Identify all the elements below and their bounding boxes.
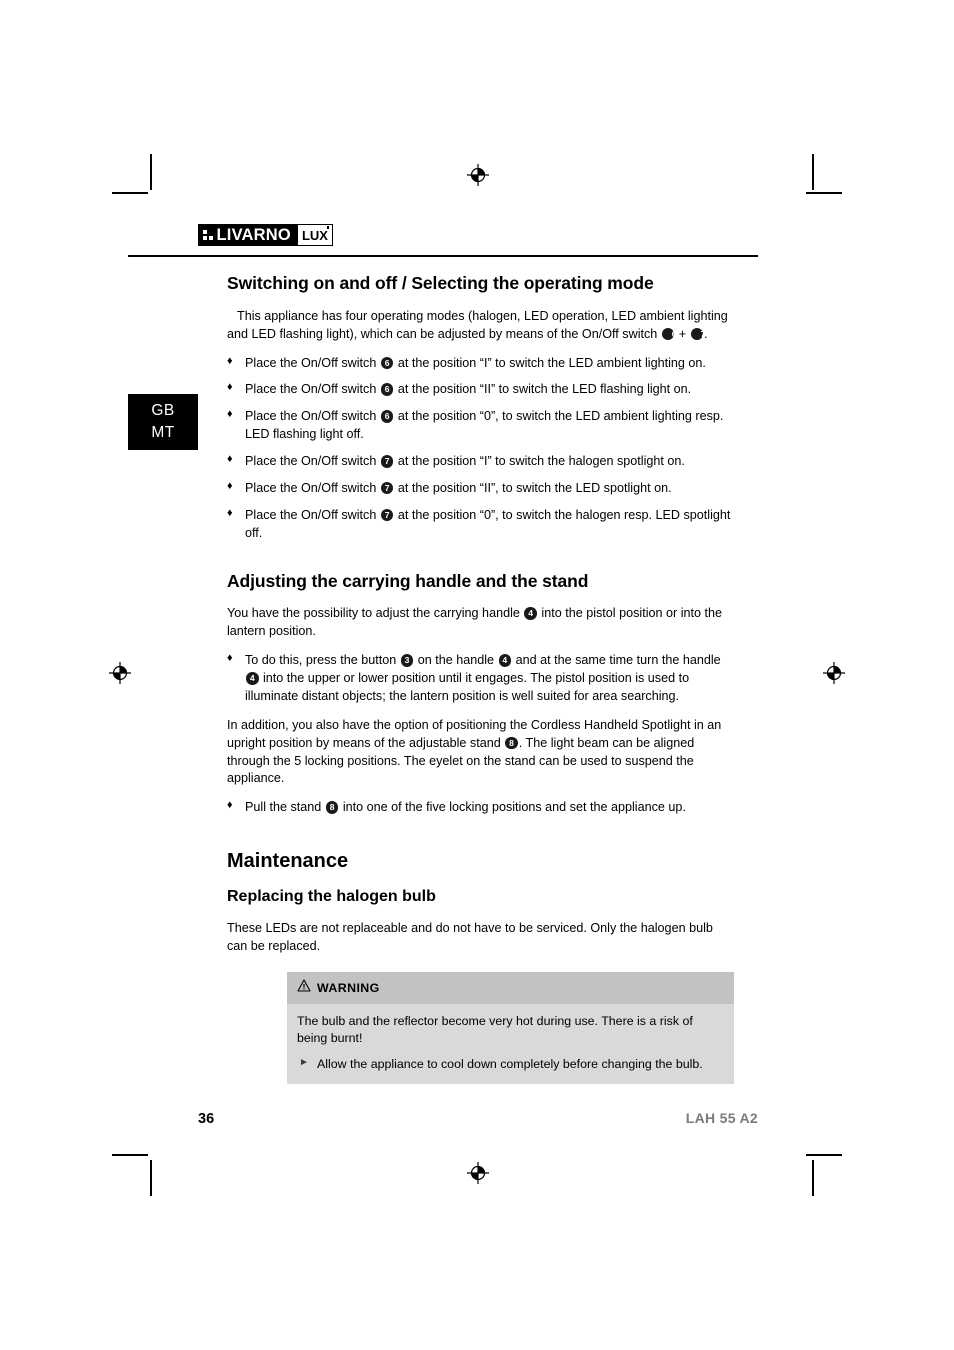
triangle-bullet-icon: ► [299,1056,309,1068]
crop-mark-top-left-v [150,154,152,190]
diamond-bullet-icon: ♦ [227,799,233,812]
switching-intro-plus: + [678,326,687,341]
ref-badge: 7 [380,455,394,468]
section-heading-switching: Switching on and off / Selecting the ope… [227,273,654,293]
ref-badge: 7 [380,508,394,522]
bullet-text-pre: Place the On/Off switch [245,382,377,397]
crop-mark-bottom-left-v [150,1160,152,1196]
ref-badge: 6 [380,410,394,423]
ref-badge-4: 4 [524,607,537,620]
bullet-text-pre: Place the On/Off switch [245,454,377,469]
bullet-text-pre: Place the On/Off switch [245,355,377,370]
warning-box-action-list: ► Allow the appliance to cool down comple… [297,1056,724,1074]
crop-mark-top-left-h [112,192,148,194]
handle-b2-post: into one of the five locking positions a… [342,800,686,815]
crop-mark-bottom-right-v [812,1160,814,1196]
crop-mark-bottom-right-h [806,1154,842,1156]
list-item: ♦ Place the On/Off switch 6 at the positi… [227,408,734,444]
page-footer: 36 LAH 55 A2 [198,1110,758,1127]
diamond-bullet-icon: ♦ [227,408,233,421]
list-item: ♦ Place the On/Off switch 6 at the positi… [227,381,734,399]
brand-logo-sub: LUX [296,225,332,245]
brand-logo: LIVARNO LUX [198,224,333,246]
language-tab-line-1: GB [151,401,175,419]
crop-mark-top-right-v [812,154,814,190]
model-designation: LAH 55 A2 [685,1110,758,1126]
handle-intro-pre: You have the possibility to adjust the c… [227,606,520,621]
bullet-text-pre: Place the On/Off switch [245,409,377,424]
header-divider [128,255,758,257]
subsection-heading-replacing-bulb: Replacing the halogen bulb [227,887,436,905]
diamond-bullet-icon: ♦ [227,479,233,492]
handle-bullet-list-2: ♦ Pull the stand 8 into one of the five l… [227,799,734,817]
handle-intro-paragraph: You have the possibility to adjust the c… [227,605,734,641]
switching-intro-end: . [704,326,708,341]
warning-box-header: WARNING [287,972,734,1004]
crop-mark-top-right-h [806,192,842,194]
handle-b1-mid: on the handle [417,653,495,668]
switching-intro-text: This appliance has four operating modes … [227,308,728,341]
crop-mark-bottom-left-h [112,1154,148,1156]
handle-paragraph-2: In addition, you also have the option of… [227,717,734,789]
registration-mark-right [822,661,846,685]
maintenance-intro-paragraph: These LEDs are not replaceable and do no… [227,921,713,954]
warning-triangle-icon [297,979,311,998]
livarno-squares-icon [203,230,213,240]
bullet-text-post: at the position “I” to switch the LED am… [397,355,706,370]
handle-b1-mid2: and at the same time turn the handle [515,653,721,668]
list-item: ♦ To do this, press the button 3 on the h… [227,652,734,706]
section-heading-maintenance: Maintenance [227,850,349,873]
ref-badge-3: 3 [400,654,414,667]
list-item: ♦ Place the On/Off switch 7 at the positi… [227,480,734,498]
ref-badge-8: 8 [325,801,339,814]
bullet-text-pre: Place the On/Off switch [245,507,377,522]
handle-b1-post: into the upper or lower position until i… [245,671,690,703]
handle-b1-pre: To do this, press the button [245,653,397,668]
lux-accent-dot-icon [327,226,329,229]
warning-box-text: The bulb and the reflector become very h… [297,1013,693,1046]
ref-badge-4: 4 [246,672,259,685]
warning-box-title: WARNING [317,980,380,995]
ref-badge-4: 4 [498,654,512,667]
page-content: Switching on and off / Selecting the ope… [227,271,734,1085]
page-number: 36 [198,1111,215,1127]
brand-logo-primary: LIVARNO [199,225,297,245]
diamond-bullet-icon: ♦ [227,354,233,367]
warning-box-action-text: Allow the appliance to cool down complet… [317,1056,703,1071]
language-tab: GB MT [128,394,198,450]
list-item: ► Allow the appliance to cool down comple… [297,1056,724,1074]
handle-b2-pre: Pull the stand [245,800,322,815]
list-item: ♦ Place the On/Off switch 6 at the positi… [227,355,734,373]
registration-mark-top [466,163,490,187]
brand-logo-name: LIVARNO [216,225,291,244]
registration-mark-left [108,661,132,685]
registration-mark-bottom [466,1161,490,1185]
warning-box-body: The bulb and the reflector become very h… [287,1003,734,1085]
ref-badge-6: 6 [661,327,677,341]
diamond-bullet-icon: ♦ [227,506,233,519]
list-item: ♦ Place the On/Off switch 7 at the positi… [227,453,734,471]
diamond-bullet-icon: ♦ [227,381,233,394]
switching-intro-paragraph: This appliance has four operating modes … [227,308,734,344]
ref-badge: 6 [380,383,394,396]
switching-bullet-list: ♦ Place the On/Off switch 6 at the positi… [227,355,734,543]
ref-badge-8: 8 [505,736,518,750]
bullet-text-post: at the position “I” to switch the haloge… [397,454,685,469]
bullet-text-post: at the position “II”, to switch the LED … [397,480,672,495]
list-item: ♦ Place the On/Off switch 7 at the positi… [227,507,734,543]
ref-badge: 7 [380,481,394,495]
language-tab-line-2: MT [151,424,175,441]
warning-box: WARNING The bulb and the reflector becom… [287,972,734,1085]
diamond-bullet-icon: ♦ [227,453,233,466]
ref-badge-7: 7 [690,327,705,341]
diamond-bullet-icon: ♦ [227,652,233,665]
bullet-text-post: at the position “II” to switch the LED f… [397,382,692,397]
bullet-text-pre: Place the On/Off switch [245,480,377,495]
ref-badge: 6 [380,356,394,370]
list-item: ♦ Pull the stand 8 into one of the five l… [227,799,734,817]
brand-logo-sub-label: LUX [301,227,328,243]
section-heading-handle: Adjusting the carrying handle and the st… [227,570,589,591]
handle-bullet-list-1: ♦ To do this, press the button 3 on the h… [227,652,734,706]
